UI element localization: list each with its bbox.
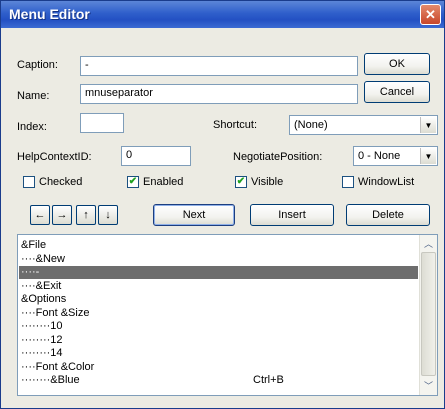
insert-button[interactable]: Insert: [250, 204, 334, 226]
caption-label: Caption:: [17, 59, 58, 71]
scroll-thumb[interactable]: [421, 252, 436, 376]
list-item[interactable]: &File: [21, 239, 418, 252]
negotiate-label: NegotiatePosition:: [233, 151, 323, 163]
next-button[interactable]: Next: [153, 204, 235, 226]
list-item-text: ········14: [21, 347, 63, 359]
list-item[interactable]: ····&Exit: [21, 280, 418, 293]
enabled-label: Enabled: [143, 176, 184, 188]
negotiate-value: 0 - None: [358, 150, 401, 162]
checked-label: Checked: [39, 176, 83, 188]
name-input[interactable]: mnuseparator: [80, 84, 358, 104]
move-up-button[interactable]: ↑: [76, 205, 96, 225]
move-right-button[interactable]: →: [52, 205, 72, 225]
menu-editor-window: Menu Editor ✕ Caption: - OK Name: mnusep…: [0, 0, 445, 409]
shortcut-value: (None): [294, 119, 328, 131]
list-item[interactable]: ········&Blue Ctrl+B: [21, 374, 418, 387]
enabled-checkbox[interactable]: ✔ Enabled: [127, 176, 183, 188]
ok-button[interactable]: OK: [364, 53, 430, 75]
list-item-text: ····-: [21, 266, 40, 278]
index-label: Index:: [17, 121, 47, 133]
checkbox-box[interactable]: [23, 176, 35, 188]
scroll-down-icon[interactable]: ﹀: [421, 378, 436, 393]
list-item[interactable]: ····&New: [21, 253, 418, 266]
checkbox-box[interactable]: ✔: [235, 176, 247, 188]
visible-label: Visible: [251, 176, 284, 188]
shortcut-select[interactable]: (None) ▼: [289, 115, 438, 135]
list-item-text: &Options: [21, 293, 67, 305]
list-item[interactable]: ····Font &Color: [21, 361, 418, 374]
helpcontext-label: HelpContextID:: [17, 151, 92, 163]
title-bar[interactable]: Menu Editor ✕: [1, 1, 444, 28]
list-item-text: ········&Blue: [21, 374, 80, 386]
list-item[interactable]: ····Font &Size: [21, 307, 418, 320]
list-item[interactable]: ········12: [21, 334, 418, 347]
negotiate-select[interactable]: 0 - None ▼: [353, 146, 438, 166]
windowlist-label: WindowList: [358, 176, 415, 188]
arrow-down-icon: ↓: [105, 209, 111, 221]
list-item-text: ····Font &Color: [21, 360, 95, 373]
move-down-button[interactable]: ↓: [98, 205, 118, 225]
list-item-text: ········10: [21, 320, 63, 332]
arrow-left-icon: ←: [34, 209, 46, 221]
list-item-text: ········12: [21, 333, 63, 346]
list-item-text: ····&New: [21, 252, 65, 265]
scroll-up-icon[interactable]: ︿: [421, 236, 436, 251]
checkbox-box[interactable]: ✔: [127, 176, 139, 188]
list-item-shortcut: Ctrl+B: [253, 374, 284, 386]
close-icon: ✕: [425, 6, 436, 22]
move-left-button[interactable]: ←: [30, 205, 50, 225]
list-item-text: ····Font &Size: [21, 306, 90, 319]
menu-listbox[interactable]: &File ····&New ····- ····&Exit &Options ····F…: [17, 234, 438, 396]
delete-button[interactable]: Delete: [346, 204, 430, 226]
checkbox-box[interactable]: [342, 176, 354, 188]
shortcut-label: Shortcut:: [213, 119, 258, 131]
list-item[interactable]: &Options: [21, 293, 418, 306]
visible-checkbox[interactable]: ✔ Visible: [235, 176, 283, 188]
cancel-button[interactable]: Cancel: [364, 81, 430, 103]
list-item-text: &File: [21, 239, 47, 251]
windowlist-checkbox[interactable]: WindowList: [342, 176, 414, 188]
caption-input[interactable]: -: [80, 56, 358, 76]
chevron-down-icon[interactable]: ▼: [420, 117, 436, 133]
name-label: Name:: [17, 90, 50, 102]
chevron-down-icon[interactable]: ▼: [420, 148, 436, 164]
arrow-up-icon: ↑: [83, 209, 89, 221]
list-item[interactable]: ········14: [21, 347, 418, 360]
vertical-scrollbar[interactable]: ︿ ﹀: [419, 235, 437, 395]
list-item[interactable]: ····-: [19, 266, 418, 279]
index-input[interactable]: [80, 113, 124, 133]
checked-checkbox[interactable]: Checked: [23, 176, 82, 188]
arrow-right-icon: →: [56, 209, 68, 221]
close-button[interactable]: ✕: [420, 4, 441, 25]
list-item[interactable]: ········10: [21, 320, 418, 333]
window-title: Menu Editor: [9, 6, 90, 22]
helpcontext-input[interactable]: 0: [121, 146, 191, 166]
list-item-text: ····&Exit: [21, 279, 62, 292]
